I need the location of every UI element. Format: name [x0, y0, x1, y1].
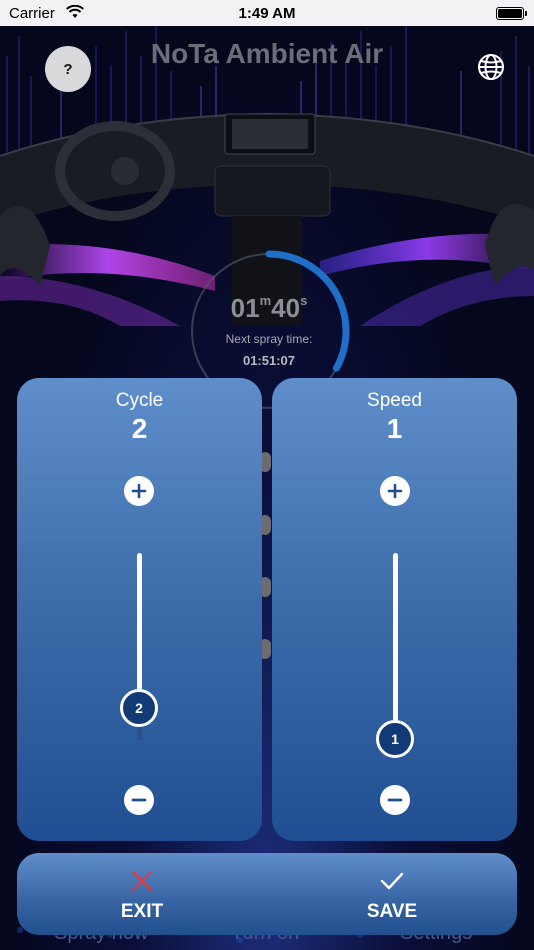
- save-label: SAVE: [366, 901, 418, 922]
- close-icon: [131, 870, 153, 892]
- checkmark-icon: [380, 872, 404, 890]
- save-button[interactable]: SAVE: [267, 853, 517, 935]
- cycle-slider-track[interactable]: [137, 553, 142, 708]
- cycle-label: Cycle: [115, 390, 164, 411]
- timer-seconds: 40: [271, 293, 301, 323]
- speed-slider-value: 1: [391, 731, 399, 747]
- clock: 1:49 AM: [238, 5, 296, 22]
- timer-countdown: 01m40s: [186, 293, 352, 324]
- minus-icon: [131, 798, 147, 802]
- timer-minutes: 01: [230, 293, 260, 323]
- exit-label: EXIT: [120, 901, 164, 922]
- timer-minutes-unit: m: [259, 293, 272, 308]
- minus-icon: [387, 798, 403, 802]
- cycle-slider-value: 2: [135, 700, 143, 716]
- action-bar: EXIT SAVE: [17, 853, 517, 935]
- next-spray-label: Next spray time:: [225, 332, 313, 346]
- speed-label: Speed: [367, 390, 422, 411]
- timer-seconds-unit: s: [300, 293, 308, 308]
- plus-icon: [387, 483, 403, 499]
- speed-slider-track[interactable]: [393, 553, 398, 743]
- plus-icon: [131, 483, 147, 499]
- cycle-decrease-button[interactable]: [124, 785, 154, 815]
- cycle-slider-thumb[interactable]: 2: [120, 689, 158, 727]
- speed-increase-button[interactable]: [380, 476, 410, 506]
- speed-value: 1: [386, 413, 403, 444]
- cycle-increase-button[interactable]: [124, 476, 154, 506]
- next-spray-time: 01:51:07: [242, 353, 296, 368]
- status-bar: Carrier 1:49 AM: [0, 0, 534, 26]
- battery-icon: [496, 7, 527, 20]
- globe-icon[interactable]: [476, 52, 506, 82]
- cycle-value: 2: [131, 413, 148, 444]
- cycle-card: Cycle 2 2: [17, 378, 262, 841]
- speed-card: Speed 1 1: [272, 378, 517, 841]
- exit-button[interactable]: EXIT: [17, 853, 267, 935]
- speed-decrease-button[interactable]: [380, 785, 410, 815]
- help-label: ?: [63, 60, 73, 78]
- help-button[interactable]: ?: [45, 46, 91, 92]
- speed-slider-thumb[interactable]: 1: [376, 720, 414, 758]
